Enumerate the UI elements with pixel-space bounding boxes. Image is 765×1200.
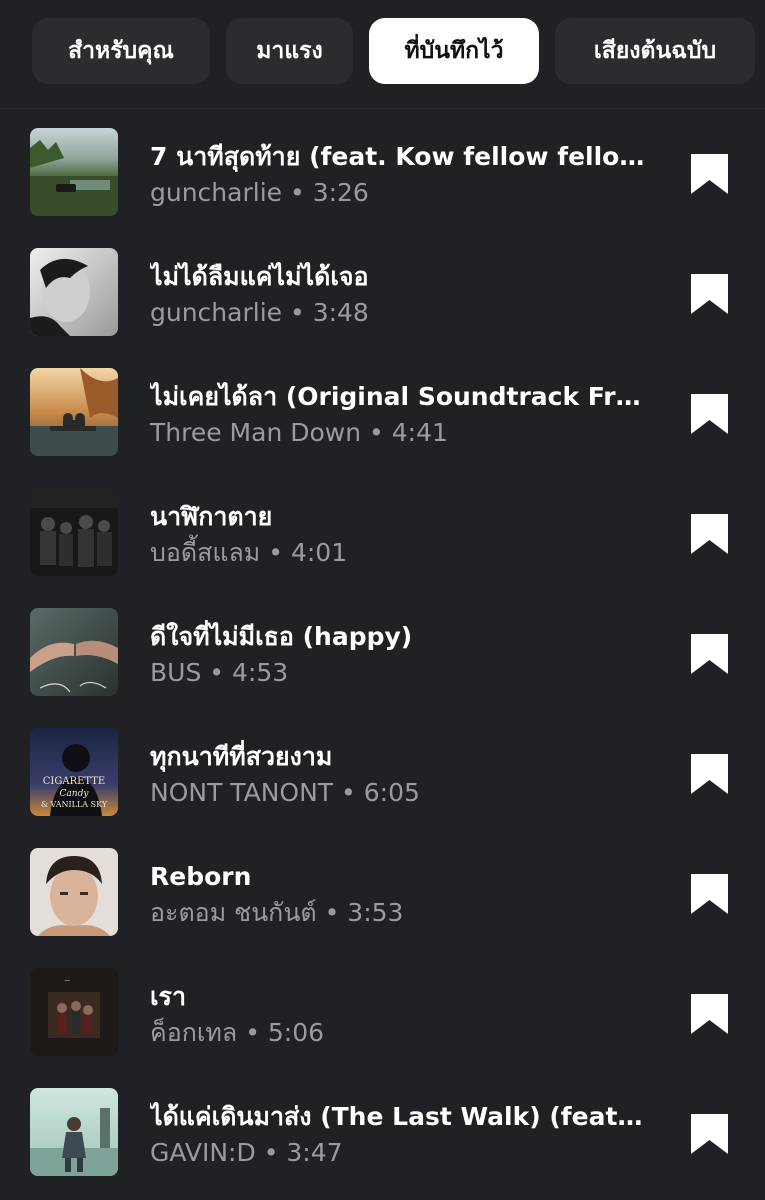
saved-songs-list: 7 นาทีสุดท้าย (feat. Kow fellow fellow) …	[0, 110, 765, 1190]
song-duration: 3:47	[286, 1138, 343, 1167]
song-meta: ค็อกเทล • 5:06	[150, 1016, 650, 1050]
album-cover	[30, 128, 118, 216]
song-row[interactable]: นาฬิกาตาย บอดี้สแลม • 4:01	[0, 470, 765, 590]
tab-saved[interactable]: ที่บันทึกไว้	[369, 18, 539, 84]
song-meta: BUS • 4:53	[150, 656, 650, 690]
meta-separator: •	[245, 1018, 260, 1047]
song-duration: 4:53	[231, 658, 289, 687]
song-meta: อะตอม ชนกันต์ • 3:53	[150, 896, 650, 930]
song-title: ได้แค่เดินมาส่ง (The Last Walk) (feat...…	[150, 1102, 650, 1131]
meta-separator: •	[369, 418, 384, 447]
song-meta: NONT TANONT • 6:05	[150, 776, 650, 810]
song-row[interactable]: ไม่ได้ลืมแค่ไม่ได้เจอ guncharlie • 3:48	[0, 230, 765, 350]
song-artist: ค็อกเทล	[150, 1018, 238, 1047]
song-row[interactable]: ดีใจที่ไม่มีเธอ (happy) BUS • 4:53	[0, 590, 765, 710]
song-artist: Three Man Down	[150, 418, 362, 447]
song-duration: 6:05	[363, 778, 420, 807]
song-duration: 3:26	[312, 178, 369, 207]
song-duration: 5:06	[267, 1018, 325, 1047]
bookmark-filled-icon[interactable]	[691, 394, 728, 434]
album-cover	[30, 488, 118, 576]
meta-separator: •	[209, 658, 225, 687]
meta-separator: •	[289, 178, 305, 207]
song-artist: อะตอม ชนกันต์	[150, 898, 317, 927]
song-meta: บอดี้สแลม • 4:01	[150, 536, 650, 570]
meta-separator: •	[324, 898, 340, 927]
song-meta: GAVIN:D • 3:47	[150, 1136, 650, 1170]
song-artist: guncharlie	[150, 178, 283, 207]
song-artist: guncharlie	[150, 298, 283, 327]
song-title: ดีใจที่ไม่มีเธอ (happy)	[150, 622, 413, 651]
bookmark-filled-icon[interactable]	[691, 634, 728, 674]
meta-separator: •	[268, 538, 283, 567]
album-cover: ~	[30, 968, 118, 1056]
song-title: ไม่เคยได้ลา (Original Soundtrack Fro...	[150, 382, 650, 411]
song-meta: guncharlie • 3:26	[150, 176, 650, 210]
tab-trending[interactable]: มาแรง	[226, 18, 353, 84]
song-row[interactable]: Reborn อะตอม ชนกันต์ • 3:53	[0, 830, 765, 950]
cover-text-line-2: Candy	[60, 789, 90, 799]
album-cover	[30, 608, 118, 696]
album-cover	[30, 848, 118, 936]
song-meta: Three Man Down • 4:41	[150, 416, 650, 450]
cover-text-line-1: CIGARETTE	[43, 776, 105, 787]
meta-separator: •	[341, 778, 356, 807]
song-row[interactable]: ได้แค่เดินมาส่ง (The Last Walk) (feat...…	[0, 1070, 765, 1190]
meta-separator: •	[263, 1138, 279, 1167]
bookmark-filled-icon[interactable]	[691, 1114, 728, 1154]
bookmark-filled-icon[interactable]	[691, 874, 728, 914]
song-artist: BUS	[150, 658, 202, 687]
album-cover	[30, 1088, 118, 1176]
tab-for-you[interactable]: สำหรับคุณ	[32, 18, 210, 84]
song-row[interactable]: ไม่เคยได้ลา (Original Soundtrack Fro... …	[0, 350, 765, 470]
song-artist: GAVIN:D	[150, 1138, 256, 1167]
bookmark-filled-icon[interactable]	[691, 754, 728, 794]
album-cover: CIGARETTE Candy & VANILLA SKY	[30, 728, 118, 816]
meta-separator: •	[289, 298, 305, 327]
svg-text:~: ~	[64, 976, 71, 985]
song-title: ไม่ได้ลืมแค่ไม่ได้เจอ	[150, 262, 369, 291]
bookmark-filled-icon[interactable]	[691, 274, 728, 314]
song-row[interactable]: 7 นาทีสุดท้าย (feat. Kow fellow fellow) …	[0, 110, 765, 230]
bookmark-filled-icon[interactable]	[691, 994, 728, 1034]
song-row[interactable]: CIGARETTE Candy & VANILLA SKY ทุกนาทีที่…	[0, 710, 765, 830]
song-title: ทุกนาทีที่สวยงาม	[150, 742, 333, 771]
bookmark-filled-icon[interactable]	[691, 514, 728, 554]
song-title: Reborn	[150, 862, 252, 891]
bookmark-filled-icon[interactable]	[691, 154, 728, 194]
song-title: 7 นาทีสุดท้าย (feat. Kow fellow fellow)	[150, 142, 650, 171]
song-duration: 3:53	[347, 898, 404, 927]
song-artist: NONT TANONT	[150, 778, 334, 807]
song-title: เรา	[150, 982, 187, 1011]
tab-original-sounds[interactable]: เสียงต้นฉบับ	[555, 18, 755, 84]
song-duration: 4:01	[290, 538, 348, 567]
song-meta: guncharlie • 3:48	[150, 296, 650, 330]
album-cover	[30, 248, 118, 336]
tab-bar: สำหรับคุณ มาแรง ที่บันทึกไว้ เสียงต้นฉบั…	[0, 0, 765, 109]
song-duration: 4:41	[391, 418, 448, 447]
song-artist: บอดี้สแลม	[150, 538, 261, 567]
album-cover	[30, 368, 118, 456]
song-row[interactable]: ~ เรา ค็อกเทล • 5:06	[0, 950, 765, 1070]
song-duration: 3:48	[312, 298, 369, 327]
song-title: นาฬิกาตาย	[150, 502, 273, 531]
cover-text-line-3: & VANILLA SKY	[41, 800, 108, 809]
